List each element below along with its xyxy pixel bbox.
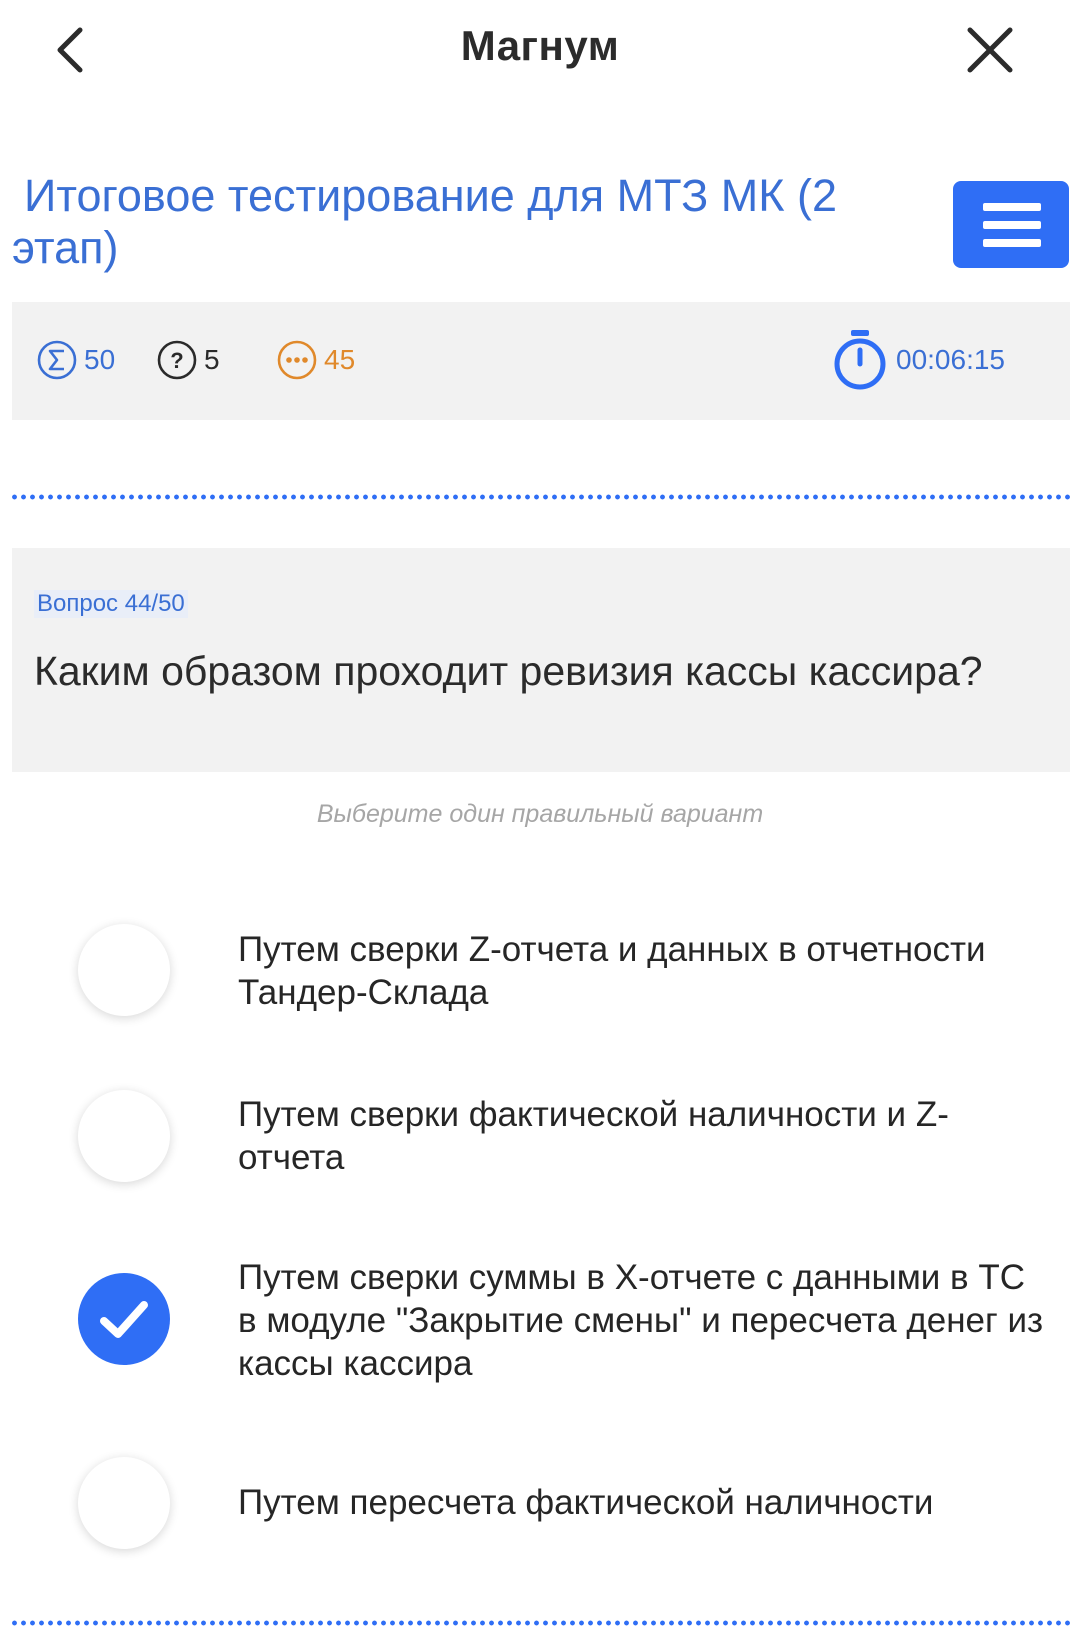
question-icon: ? <box>157 340 197 380</box>
top-bar: Магнум <box>0 0 1080 100</box>
checkmark-icon <box>100 1301 148 1338</box>
progress-divider-bottom <box>10 1620 1070 1626</box>
hamburger-menu-icon <box>983 203 1041 211</box>
answer-hint: Выберите один правильный вариант <box>316 800 764 828</box>
answer-option-3[interactable]: Путем сверки суммы в Х-отчете с данными … <box>0 1258 1080 1383</box>
radio-button-selected[interactable] <box>78 1273 170 1365</box>
app-title: Магнум <box>460 22 620 69</box>
stats-panel: 50 ? 5 45 00:06:15 <box>12 302 1070 420</box>
radio-button[interactable] <box>78 1090 170 1182</box>
question-card: Вопрос 44/50 Каким образом проходит реви… <box>12 548 1070 772</box>
close-button[interactable] <box>960 20 1020 80</box>
answer-option-label: Путем сверки Z-отчета и данных в отчетно… <box>238 930 986 1012</box>
answer-option-label: Путем пересчета фактической наличности <box>238 1483 934 1522</box>
test-title: Итоговое тестирование для МТЗ МК (2 этап… <box>12 170 838 273</box>
answer-option-4[interactable]: Путем пересчета фактической наличности <box>0 1457 1080 1549</box>
progress-divider-top <box>10 494 1070 500</box>
menu-button[interactable] <box>953 181 1069 268</box>
answer-option-label: Путем сверки суммы в Х-отчете с данными … <box>238 1258 1044 1383</box>
remaining-value: 45 <box>324 344 356 375</box>
remaining-stat: 45 <box>276 338 355 382</box>
stopwatch-icon <box>834 330 886 390</box>
questions-value: 5 <box>204 344 220 375</box>
answer-option-1[interactable]: Путем сверки Z-отчета и данных в отчетно… <box>0 924 1080 1016</box>
radio-button[interactable] <box>78 1457 170 1549</box>
more-dots-icon <box>277 340 317 380</box>
timer-value: 00:06:15 <box>896 344 1005 375</box>
close-icon <box>967 27 1013 73</box>
question-text: Каким образом проходит ревизия кассы кас… <box>34 648 983 694</box>
timer-stat: 00:06:15 <box>832 326 1005 394</box>
question-number: Вопрос 44/50 <box>34 590 188 618</box>
answer-option-2[interactable]: Путем сверки фактической наличности и Z-… <box>0 1090 1080 1182</box>
radio-button[interactable] <box>78 924 170 1016</box>
total-questions-value: 50 <box>84 344 116 375</box>
sigma-icon <box>37 340 77 380</box>
svg-text:?: ? <box>170 348 183 373</box>
questions-stat: ? 5 <box>156 338 220 382</box>
total-questions-stat: 50 <box>36 338 115 382</box>
answer-option-label: Путем сверки фактической наличности и Z-… <box>238 1095 949 1177</box>
